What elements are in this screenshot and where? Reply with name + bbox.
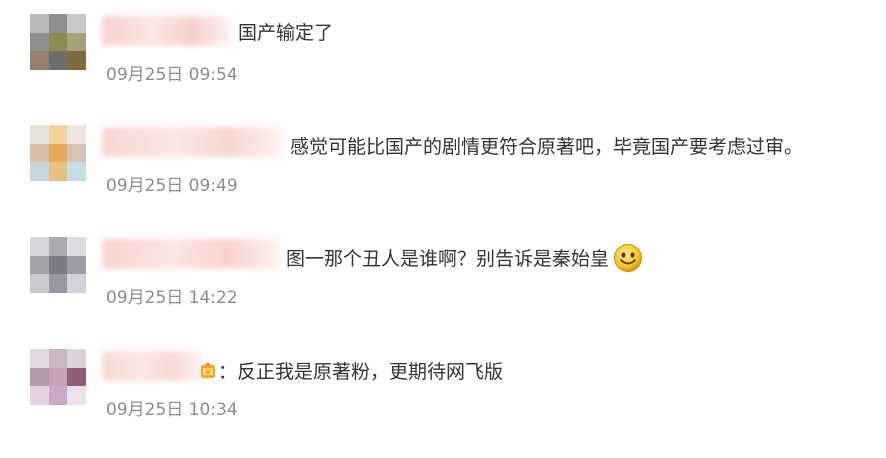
avatar-pixel: [67, 237, 86, 256]
avatar-pixel: [67, 32, 86, 52]
avatar-pixel: [30, 255, 49, 275]
avatar-pixel: [30, 125, 49, 144]
avatar-pixel: [48, 274, 68, 293]
avatar-pixel: [48, 255, 68, 275]
avatar-pixel: [30, 349, 49, 368]
avatar-pixel: [67, 14, 86, 33]
avatar-pixel: [48, 14, 68, 33]
avatar-pixel: [30, 162, 49, 181]
avatar-pixel: [67, 51, 86, 70]
username-blurred[interactable]: [102, 127, 282, 157]
comment-text: 国产输定了: [238, 16, 333, 50]
comment-text-content: 国产输定了: [238, 22, 334, 44]
avatar-pixel: [30, 32, 49, 52]
avatar-pixel: [30, 274, 49, 293]
comment-item: 感觉可能比国产的剧情更符合原著吧，毕竟国产要考虑过审。 09月25日 09:49: [0, 125, 886, 225]
username-blurred[interactable]: [102, 239, 280, 269]
avatar-pixel: [30, 237, 49, 256]
avatar-pixel: [30, 51, 49, 70]
avatar-pixel: [67, 386, 86, 405]
username-blurred[interactable]: [102, 351, 202, 381]
username-blurred[interactable]: [102, 16, 230, 46]
comment-timestamp: 09月25日 10:34: [106, 400, 238, 420]
avatar-pixel: [30, 367, 49, 387]
avatar[interactable]: [30, 125, 86, 181]
avatar-pixel: [67, 367, 86, 387]
comment-text: 感觉可能比国产的剧情更符合原著吧，毕竟国产要考虑过审。: [290, 130, 803, 164]
comment-timestamp: 09月25日 14:22: [106, 288, 238, 308]
avatar-pixel: [67, 143, 86, 163]
avatar-pixel: [67, 255, 86, 275]
comment-text-content: ：反正我是原著粉，更期待网飞版: [218, 361, 504, 383]
comment-item: 国产输定了 09月25日 09:54: [0, 14, 886, 114]
avatar-pixel: [48, 125, 68, 144]
vip-badge-icon[interactable]: V: [200, 362, 216, 380]
avatar-pixel: [48, 32, 68, 52]
avatar-pixel: [30, 386, 49, 405]
comment-text: 图一那个丑人是谁啊？别告诉是秦始皇: [286, 242, 643, 276]
comment-timestamp: 09月25日 09:54: [106, 65, 238, 85]
avatar-pixel: [48, 349, 68, 368]
comment-item: V ：反正我是原著粉，更期待网飞版 09月25日 10:34: [0, 349, 886, 449]
avatar[interactable]: [30, 237, 86, 293]
avatar-pixel: [48, 162, 68, 181]
avatar-pixel: [48, 367, 68, 387]
comment-text-content: 图一那个丑人是谁啊？别告诉是秦始皇: [286, 248, 610, 270]
smile-emoji-icon: [614, 243, 643, 272]
avatar-pixel: [48, 51, 68, 70]
avatar-pixel: [67, 162, 86, 181]
comment-text: V ：反正我是原著粉，更期待网飞版: [200, 355, 503, 389]
avatar-pixel: [48, 237, 68, 256]
avatar-pixel: [67, 274, 86, 293]
avatar-pixel: [67, 349, 86, 368]
avatar[interactable]: [30, 14, 86, 70]
avatar-pixel: [30, 14, 49, 33]
avatar-pixel: [48, 386, 68, 405]
comment-text-content: 感觉可能比国产的剧情更符合原著吧，毕竟国产要考虑过审。: [290, 136, 804, 158]
avatar-pixel: [48, 143, 68, 163]
avatar[interactable]: [30, 349, 86, 405]
comment-item: 图一那个丑人是谁啊？别告诉是秦始皇 09月25日 14:22: [0, 237, 886, 337]
comment-timestamp: 09月25日 09:49: [106, 176, 238, 196]
avatar-pixel: [30, 143, 49, 163]
avatar-pixel: [67, 125, 86, 144]
